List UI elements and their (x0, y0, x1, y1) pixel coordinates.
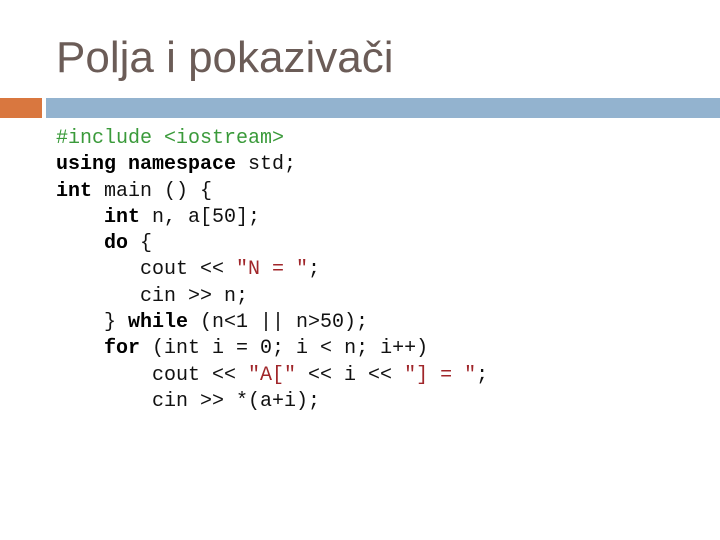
code-preprocessor: #include <iostream> (56, 127, 285, 150)
code-text: (int i = 0; i < n; i++) (140, 337, 429, 361)
code-line: using namespace std; (56, 152, 488, 178)
code-text: cin >> *(a+i); (56, 389, 321, 413)
code-text: std; (236, 153, 297, 177)
code-keyword: while (128, 311, 189, 335)
code-text: } (56, 311, 129, 335)
code-block: #include <iostream> using namespace std; i… (56, 126, 488, 415)
code-line: cin >> n; (56, 284, 488, 310)
code-line: cout << "A[" << i << "] = "; (56, 363, 488, 389)
code-keyword: using namespace (56, 153, 237, 177)
code-line: int n, a[50]; (56, 205, 488, 231)
code-text: cout << (56, 258, 237, 282)
code-keyword: int (104, 205, 141, 229)
code-string: "] = " (404, 363, 477, 387)
code-string: "A[" (248, 363, 297, 387)
code-text: cout << (56, 363, 249, 387)
code-line: } while (n<1 || n>50); (56, 310, 488, 336)
code-keyword: int (56, 179, 93, 203)
code-string: "N = " (236, 258, 309, 282)
code-text: n, a[50]; (140, 205, 261, 229)
code-text: cin >> n; (56, 284, 249, 308)
code-line: do { (56, 231, 488, 257)
code-text: main () { (92, 179, 213, 203)
code-keyword: for (104, 337, 141, 361)
code-line: cin >> *(a+i); (56, 389, 488, 415)
code-line: for (int i = 0; i < n; i++) (56, 336, 488, 362)
code-text: { (128, 232, 153, 256)
code-line: #include <iostream> (56, 126, 488, 152)
code-line: cout << "N = "; (56, 257, 488, 283)
code-text: (n<1 || n>50); (188, 311, 369, 335)
code-text: ; (308, 258, 321, 282)
slide-title: Polja i pokazivači (56, 33, 394, 82)
code-text: ; (476, 363, 489, 387)
code-text: << i << (296, 363, 405, 387)
title-divider-bar (46, 98, 720, 118)
code-keyword: do (104, 232, 129, 256)
code-line: int main () { (56, 179, 488, 205)
accent-bar (0, 98, 42, 118)
